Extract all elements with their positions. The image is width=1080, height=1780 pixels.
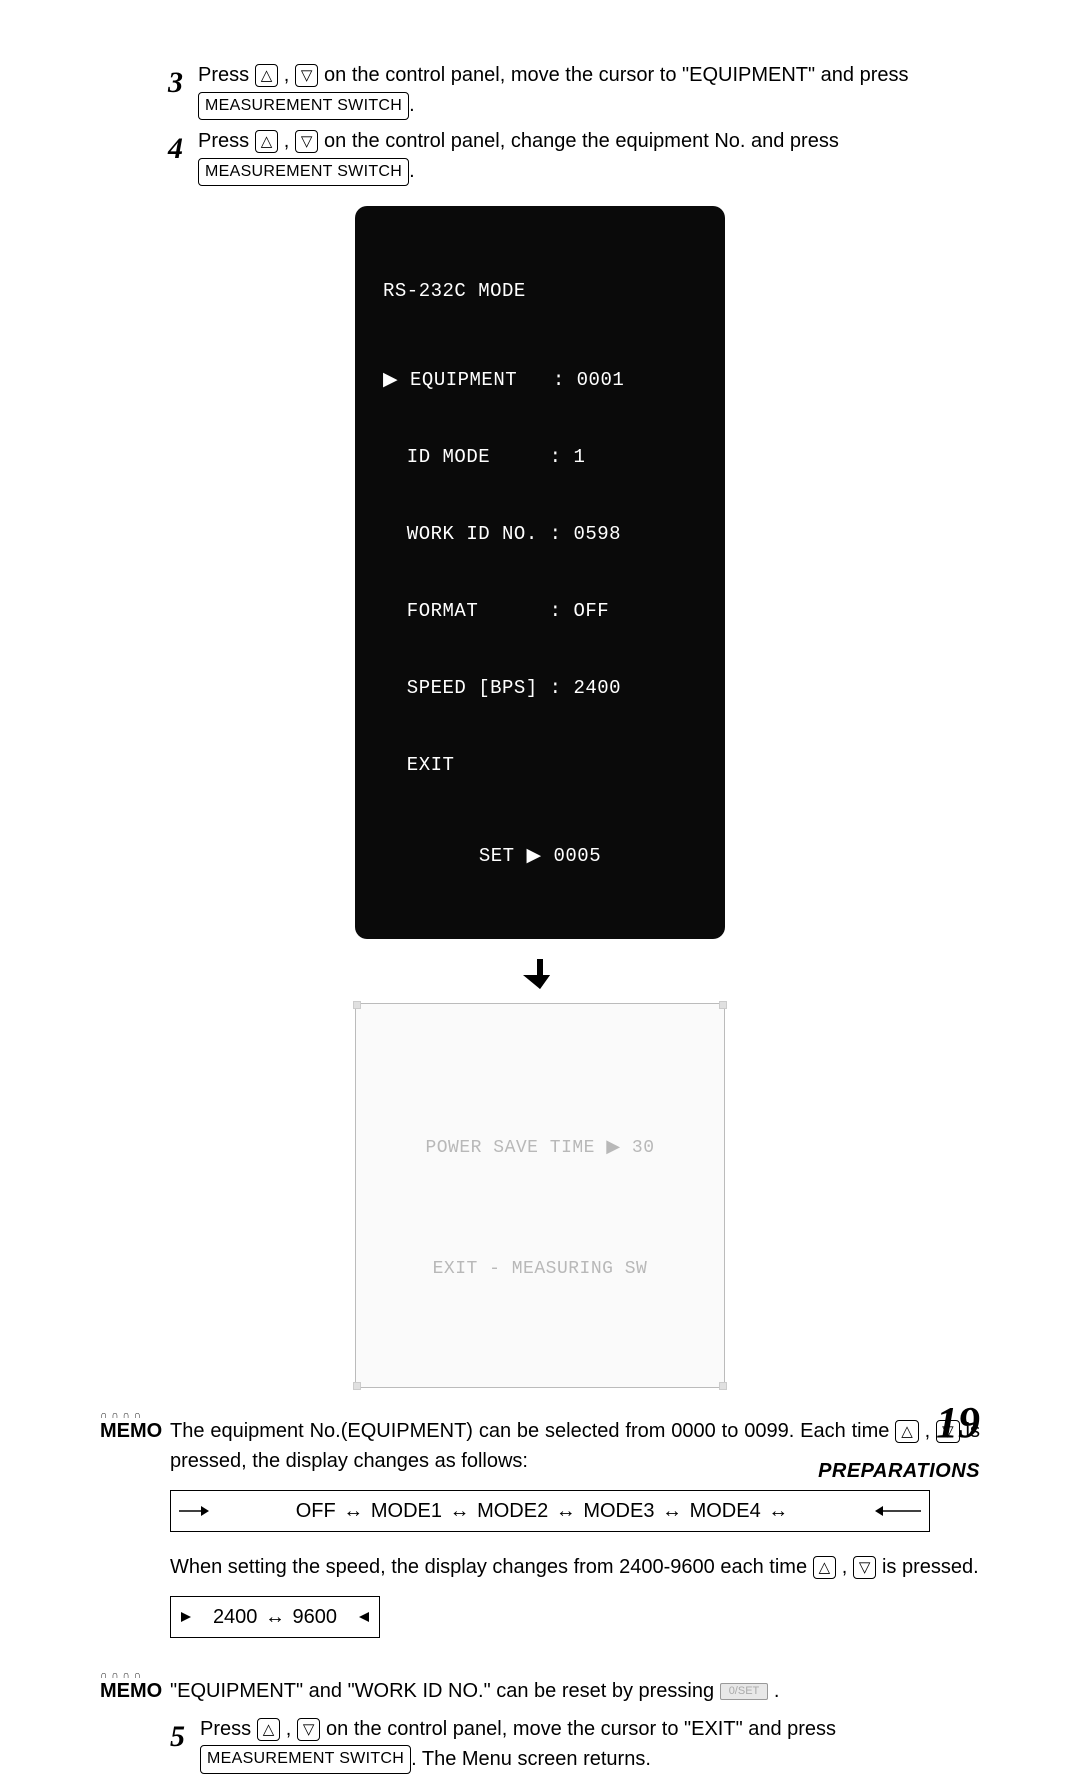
memo-label: ∩∩∩∩ MEMO — [100, 1416, 170, 1658]
arrow-left-icon — [357, 1611, 371, 1623]
text: is pressed. — [882, 1556, 979, 1578]
up-icon[interactable]: △ — [257, 1718, 281, 1741]
screen-illustration: RS-232C MODE ▶ EQUIPMENT : 0001 ID MODE … — [100, 206, 980, 1388]
arrow-right-icon — [179, 1505, 209, 1517]
step-3: 3 Press △ , ▽ on the control panel, move… — [168, 60, 980, 120]
menu-row-workid: WORK ID NO. : 0598 — [383, 522, 697, 548]
text: . — [409, 160, 415, 182]
down-icon[interactable]: ▽ — [297, 1718, 321, 1741]
step-number: 3 — [168, 60, 198, 120]
step-4: 4 Press △ , ▽ on the control panel, chan… — [168, 126, 980, 186]
power-save-screen: POWER SAVE TIME ▶ 30 EXIT - MEASURING SW — [355, 1003, 725, 1388]
text: , — [284, 130, 295, 152]
step-number: 5 — [170, 1714, 200, 1774]
menu-row-speed: SPEED [BPS] : 2400 — [383, 676, 697, 702]
memo-label: ∩∩∩∩ MEMO — [100, 1676, 170, 1780]
reset-button[interactable]: 0/SET — [720, 1683, 769, 1700]
set-value: SET ▶ 0005 — [383, 844, 697, 870]
light-line-2: EXIT - MEASURING SW — [376, 1256, 704, 1283]
measurement-switch-button[interactable]: MEASUREMENT SWITCH — [198, 92, 409, 120]
speed-flow-text: 2400 ↔ 9600 — [193, 1602, 357, 1632]
measurement-switch-button[interactable]: MEASUREMENT SWITCH — [198, 158, 409, 186]
down-icon[interactable]: ▽ — [295, 130, 319, 153]
text: The equipment No.(EQUIPMENT) can be sele… — [170, 1420, 895, 1442]
text: , — [286, 1718, 297, 1740]
menu-row-format: FORMAT : OFF — [383, 599, 697, 625]
up-icon[interactable]: △ — [255, 64, 279, 87]
step-5: 5 Press △ , ▽ on the control panel, move… — [170, 1714, 980, 1774]
arrow-down-icon — [523, 957, 557, 991]
step-number: 4 — [168, 126, 198, 186]
arrow-right-icon — [179, 1611, 193, 1623]
down-icon[interactable]: ▽ — [853, 1556, 877, 1579]
mode-flow-box: OFF ↔ MODE1 ↔ MODE2 ↔ MODE3 ↔ MODE4 ↔ — [170, 1490, 930, 1532]
section-title: PREPARATIONS — [818, 1456, 980, 1486]
text: . The Menu screen returns. — [411, 1748, 651, 1770]
text: Press — [200, 1718, 257, 1740]
text: Press — [198, 64, 255, 86]
rs232c-screen: RS-232C MODE ▶ EQUIPMENT : 0001 ID MODE … — [355, 206, 725, 939]
speed-flow-box: 2400 ↔ 9600 — [170, 1596, 380, 1638]
text: When setting the speed, the display chan… — [170, 1556, 813, 1578]
menu-row-exit: EXIT — [383, 753, 697, 779]
step-body: Press △ , ▽ on the control panel, move t… — [200, 1714, 980, 1774]
text: Press — [198, 130, 255, 152]
measurement-switch-button[interactable]: MEASUREMENT SWITCH — [200, 1745, 411, 1773]
up-icon[interactable]: △ — [255, 130, 279, 153]
mode-flow-text: OFF ↔ MODE1 ↔ MODE2 ↔ MODE3 ↔ MODE4 ↔ — [209, 1496, 875, 1526]
page-number: 19 — [818, 1390, 980, 1456]
up-icon[interactable]: △ — [813, 1556, 837, 1579]
text: . — [409, 94, 415, 116]
step-body: Press △ , ▽ on the control panel, change… — [198, 126, 980, 186]
menu-row-idmode: ID MODE : 1 — [383, 445, 697, 471]
menu-row-equipment: ▶ EQUIPMENT : 0001 — [383, 368, 697, 394]
text: on the control panel, move the cursor to… — [324, 64, 908, 86]
memo-body: "EQUIPMENT" and "WORK ID NO." can be res… — [170, 1676, 980, 1780]
text: , — [284, 64, 295, 86]
down-icon[interactable]: ▽ — [295, 64, 319, 87]
screen-title: RS-232C MODE — [383, 279, 697, 305]
text: , — [842, 1556, 853, 1578]
text: . — [774, 1680, 780, 1702]
memo-2: ∩∩∩∩ MEMO "EQUIPMENT" and "WORK ID NO." … — [100, 1676, 980, 1780]
step-body: Press △ , ▽ on the control panel, move t… — [198, 60, 980, 120]
text: on the control panel, move the cursor to… — [326, 1718, 836, 1740]
page-footer: 19 PREPARATIONS — [818, 1390, 980, 1486]
arrow-left-icon — [875, 1505, 921, 1517]
text: on the control panel, change the equipme… — [324, 130, 839, 152]
text: "EQUIPMENT" and "WORK ID NO." can be res… — [170, 1680, 720, 1702]
light-line-1: POWER SAVE TIME ▶ 30 — [376, 1135, 704, 1162]
